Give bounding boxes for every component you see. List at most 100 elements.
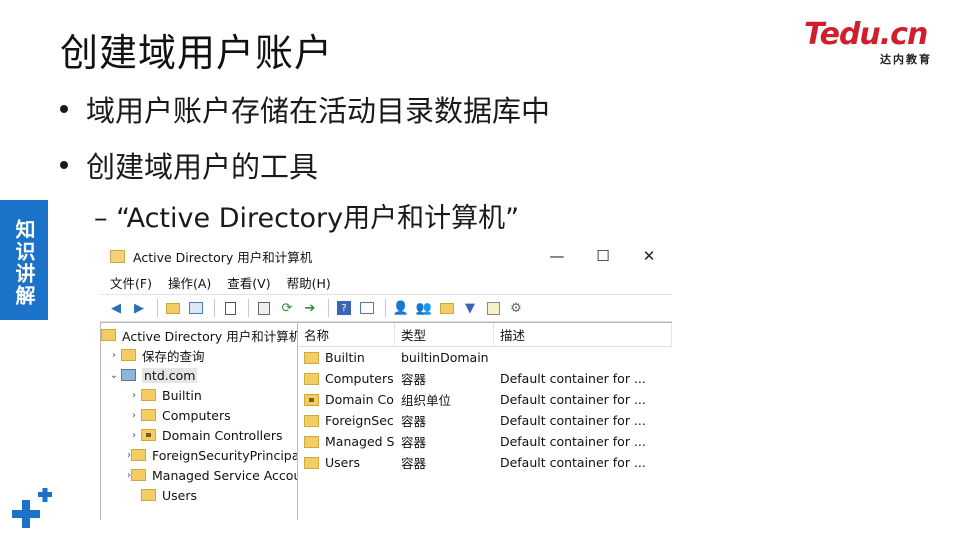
tree-item-users[interactable]: Users: [101, 485, 297, 505]
tree-label: Managed Service Accounts: [152, 467, 297, 483]
menu-help[interactable]: 帮助(H): [287, 273, 331, 292]
new-group-icon[interactable]: 👥: [414, 298, 434, 318]
sub-bullet: – “Active Directory用户和计算机”: [94, 203, 520, 234]
list-row[interactable]: ForeignSec... 容器 Default container for .…: [298, 410, 672, 431]
folder-icon: [304, 372, 319, 385]
row-description: Default container for ...: [499, 455, 646, 470]
list-header: 名称 类型 描述: [298, 323, 672, 347]
row-type: builtinDomain: [400, 350, 489, 365]
export-list-icon[interactable]: ➔: [300, 298, 320, 318]
row-name: ForeignSec...: [325, 413, 395, 428]
tree-label: Active Directory 用户和计算机: [122, 328, 298, 344]
row-name: Domain Co...: [325, 392, 395, 407]
tree-label: Domain Controllers: [162, 427, 283, 443]
folder-icon: [304, 414, 319, 427]
tree-label: Computers: [162, 407, 231, 423]
slide-title: 创建域用户账户: [60, 31, 334, 75]
row-type: 容器: [400, 456, 426, 471]
bullet-dot-icon: [60, 105, 68, 113]
folder-icon: [131, 469, 146, 481]
row-type: 容器: [400, 435, 426, 450]
help-icon[interactable]: ?: [334, 298, 354, 318]
forward-arrow-icon[interactable]: ▶: [129, 298, 149, 318]
tree-label: ForeignSecurityPrincipals: [152, 447, 298, 463]
tree-label: ntd.com: [142, 367, 198, 383]
tree-item-root[interactable]: Active Directory 用户和计算机: [101, 325, 297, 345]
ou-folder-icon: [304, 393, 319, 406]
aduc-root-icon: [101, 329, 116, 341]
logo-subtext: 达内教育: [880, 53, 932, 66]
column-header-name[interactable]: 名称: [298, 323, 395, 347]
tree-label: Users: [162, 487, 198, 503]
properties-icon[interactable]: [254, 298, 274, 318]
new-ou-icon[interactable]: [437, 298, 457, 318]
close-button[interactable]: ✕: [626, 242, 672, 270]
refresh-icon[interactable]: ⟳: [277, 298, 297, 318]
tree-item-saved-queries[interactable]: › 保存的查询: [101, 345, 297, 365]
row-description: Default container for ...: [499, 413, 646, 428]
up-folder-icon[interactable]: [163, 298, 183, 318]
folder-icon: [304, 456, 319, 469]
row-name: Builtin: [325, 350, 365, 365]
row-description: Default container for ...: [499, 371, 646, 386]
row-type: 组织单位: [400, 393, 451, 408]
menu-action[interactable]: 操作(A): [168, 273, 211, 292]
copy-icon[interactable]: [220, 298, 240, 318]
plus-decoration-icon: [12, 488, 52, 528]
column-header-description[interactable]: 描述: [494, 323, 672, 347]
row-name: Computers: [325, 371, 394, 386]
filter-icon[interactable]: ▼: [460, 298, 480, 318]
folder-icon: [121, 349, 136, 361]
app-icon: [110, 249, 125, 263]
tree-item-managed-service-accounts[interactable]: › Managed Service Accounts: [101, 465, 297, 485]
list-row[interactable]: Users 容器 Default container for ...: [298, 452, 672, 473]
list-row[interactable]: Computers 容器 Default container for ...: [298, 368, 672, 389]
new-user-icon[interactable]: 👤: [391, 298, 411, 318]
tree-label: Builtin: [162, 387, 202, 403]
toolbar: ◀ ▶ ⟳ ➔ ? 👤 👥 ▼ ⚙: [100, 294, 672, 322]
add-to-group-icon[interactable]: ⚙: [506, 298, 526, 318]
list-row[interactable]: Managed S... 容器 Default container for ..…: [298, 431, 672, 452]
domain-icon: [121, 369, 136, 381]
tedu-logo: Tedu.cn 达内教育: [804, 18, 936, 67]
tree-item-computers[interactable]: › Computers: [101, 405, 297, 425]
menu-view[interactable]: 查看(V): [227, 273, 270, 292]
maximize-button[interactable]: ☐: [580, 242, 626, 270]
folder-icon: [141, 489, 156, 501]
bullet-2-text: 创建域用户的工具: [86, 150, 319, 184]
details-list: 名称 类型 描述 Builtin builtinDomain Computers…: [298, 322, 672, 520]
back-arrow-icon[interactable]: ◀: [106, 298, 126, 318]
side-tab-label: 知识讲解: [0, 200, 48, 320]
chevron-down-icon[interactable]: ⌄: [107, 370, 121, 381]
column-header-type[interactable]: 类型: [395, 323, 494, 347]
chevron-right-icon[interactable]: ›: [127, 410, 141, 421]
window-titlebar[interactable]: Active Directory 用户和计算机 — ☐ ✕: [100, 242, 672, 270]
tree-item-domain[interactable]: ⌄ ntd.com: [101, 365, 297, 385]
folder-icon: [304, 351, 319, 364]
list-row[interactable]: Builtin builtinDomain: [298, 347, 672, 368]
console-tree: Active Directory 用户和计算机 › 保存的查询 ⌄ ntd.co…: [100, 322, 298, 520]
row-name: Users: [325, 455, 361, 470]
list-row[interactable]: Domain Co... 组织单位 Default container for …: [298, 389, 672, 410]
console-icon[interactable]: [357, 298, 377, 318]
tree-item-builtin[interactable]: › Builtin: [101, 385, 297, 405]
folder-icon: [141, 409, 156, 421]
folder-icon: [304, 435, 319, 448]
show-tree-icon[interactable]: [186, 298, 206, 318]
chevron-right-icon[interactable]: ›: [127, 390, 141, 401]
minimize-button[interactable]: —: [534, 242, 580, 270]
folder-icon: [141, 389, 156, 401]
tree-item-foreign-security-principals[interactable]: › ForeignSecurityPrincipals: [101, 445, 297, 465]
chevron-right-icon[interactable]: ›: [107, 350, 121, 361]
menu-file[interactable]: 文件(F): [110, 273, 152, 292]
bullet-1: 域用户账户存储在活动目录数据库中: [60, 88, 550, 130]
ou-folder-icon: [141, 429, 156, 441]
row-description: Default container for ...: [499, 392, 646, 407]
window-title: Active Directory 用户和计算机: [133, 249, 313, 265]
bullet-dot-icon: [60, 161, 68, 169]
row-description: Default container for ...: [499, 434, 646, 449]
row-type: 容器: [400, 414, 426, 429]
chevron-right-icon[interactable]: ›: [127, 430, 141, 441]
find-icon[interactable]: [483, 298, 503, 318]
tree-item-domain-controllers[interactable]: › Domain Controllers: [101, 425, 297, 445]
